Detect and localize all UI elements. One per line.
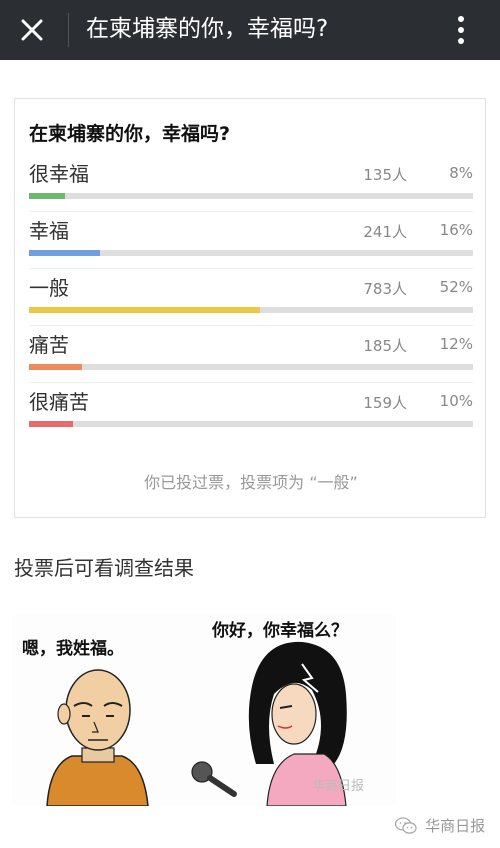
poll-bar-track — [29, 421, 473, 427]
poll-bar-fill — [29, 364, 82, 370]
voted-status: 你已投过票，投票项为 “一般” — [144, 473, 358, 492]
poll-bar-fill — [29, 421, 73, 427]
wechat-icon — [395, 816, 417, 834]
poll-option[interactable]: 幸福 241人 16% — [29, 216, 473, 269]
poll-bar-track — [29, 250, 473, 256]
poll-bar-track — [29, 364, 473, 370]
poll-option-divider — [29, 268, 473, 269]
close-icon[interactable] — [14, 12, 50, 48]
poll-option-percent: 10% — [439, 392, 473, 410]
poll-option-percent: 52% — [439, 278, 473, 296]
poll-bar-fill — [29, 307, 260, 313]
poll-bar-track — [29, 307, 473, 313]
left-speech-text: 嗯，我姓福。 — [22, 638, 124, 659]
poll-option-count: 241人 — [363, 223, 407, 241]
top-bar: 在柬埔寨的你，幸福吗? — [0, 0, 500, 60]
page-title: 在柬埔寨的你，幸福吗? — [86, 16, 329, 42]
results-note: 投票后可看调查结果 — [14, 556, 194, 580]
poll-option-count: 159人 — [363, 394, 407, 412]
poll-bar-fill — [29, 193, 65, 199]
header-divider — [68, 13, 69, 47]
poll-bar-fill — [29, 250, 100, 256]
watermark: 华商日报 — [395, 815, 485, 835]
poll-option-label: 很幸福 — [29, 162, 89, 186]
poll-card: 在柬埔寨的你，幸福吗? 很幸福 135人 8% 幸福 241人 16% 一般 7… — [14, 98, 486, 518]
poll-option-count: 783人 — [363, 280, 407, 298]
watermark-text: 华商日报 — [425, 817, 486, 835]
poll-option-divider — [29, 382, 473, 383]
right-speech-text: 你好，你幸福么？ — [211, 620, 348, 641]
poll-option-count: 185人 — [363, 337, 407, 355]
more-options-icon[interactable] — [446, 12, 476, 48]
poll-option-divider — [29, 325, 473, 326]
poll-question: 在柬埔寨的你，幸福吗? — [29, 123, 231, 145]
poll-option-percent: 12% — [439, 335, 473, 353]
poll-option[interactable]: 一般 783人 52% — [29, 273, 473, 326]
poll-option-percent: 16% — [439, 221, 473, 239]
poll-option-label: 痛苦 — [29, 333, 69, 357]
poll-option[interactable]: 痛苦 185人 12% — [29, 330, 473, 383]
poll-option-label: 很痛苦 — [29, 390, 89, 414]
poll-option-divider — [29, 211, 473, 212]
comic-stamp-text: 华商日报 — [312, 779, 364, 794]
poll-option-label: 一般 — [29, 276, 69, 300]
poll-option-label: 幸福 — [29, 219, 69, 243]
poll-bar-track — [29, 193, 473, 199]
poll-option-count: 135人 — [363, 166, 407, 184]
poll-option-percent: 8% — [449, 164, 473, 182]
poll-option[interactable]: 很痛苦 159人 10% — [29, 387, 473, 427]
poll-option[interactable]: 很幸福 135人 8% — [29, 159, 473, 212]
comic-image: 嗯，我姓福。 你好，你幸福么？ 华商日报 — [12, 614, 396, 806]
